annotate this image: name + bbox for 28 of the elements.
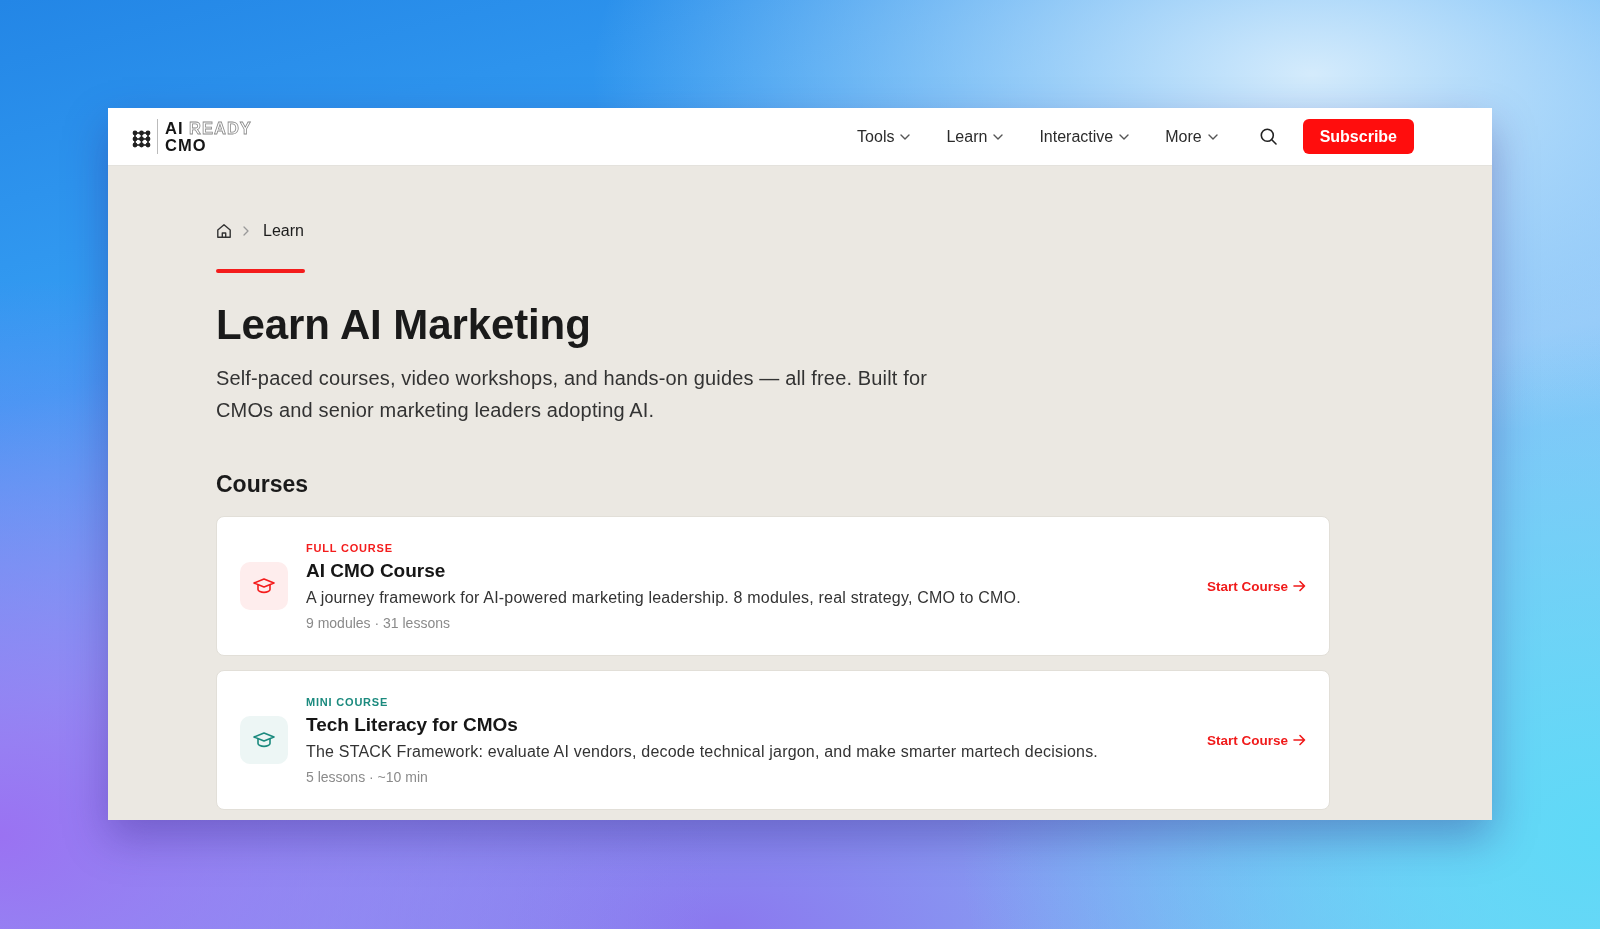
- arrow-right-icon: [1293, 734, 1306, 746]
- course-title: Tech Literacy for CMOs: [306, 713, 519, 737]
- home-icon[interactable]: [216, 223, 232, 239]
- page-intro: Self-paced courses, video workshops, and hands-on guides — all free. Built for CMOs and senior marketing leaders adopting AI.: [216, 366, 928, 423]
- start-course-link[interactable]: Start Course: [1206, 578, 1306, 594]
- course-type-label: MINI COURSE: [306, 695, 390, 710]
- nav-menu-button[interactable]: Tools: [857, 127, 911, 146]
- section-heading: Courses: [216, 470, 310, 498]
- logo-wordmark[interactable]: AI READY CMO: [165, 120, 252, 153]
- course-description: The STACK Framework: evaluate AI vendors, decode technical jargon, and make smarter martech decisions.: [306, 742, 1100, 762]
- page-title: Learn AI Marketing: [216, 300, 592, 350]
- start-course-link[interactable]: Start Course: [1206, 732, 1306, 748]
- nav-menu-button[interactable]: More: [1165, 127, 1218, 146]
- course-type-label: FULL COURSE: [306, 541, 394, 556]
- graduation-cap-icon: [240, 716, 288, 764]
- course-description: A journey framework for AI-powered marketing leadership. 8 modules, real strategy, CMO to CMO.: [306, 588, 1022, 608]
- search-icon[interactable]: [1259, 128, 1277, 145]
- course-title: AI CMO Course: [306, 559, 447, 583]
- graduation-cap-icon: [240, 562, 288, 610]
- breadcrumb-current: Learn: [263, 221, 304, 241]
- arrow-right-icon: [1293, 580, 1306, 592]
- nav-menu-button[interactable]: Learn: [946, 127, 1004, 146]
- grid-logo-icon: [132, 129, 151, 148]
- nav-menu-button[interactable]: Interactive: [1039, 127, 1130, 146]
- course-meta: 5 lessons · ~10 min: [306, 768, 429, 786]
- subscribe-button[interactable]: Subscribe: [1302, 119, 1414, 154]
- chevron-right-icon: [243, 226, 249, 236]
- course-meta: 9 modules · 31 lessons: [306, 614, 451, 632]
